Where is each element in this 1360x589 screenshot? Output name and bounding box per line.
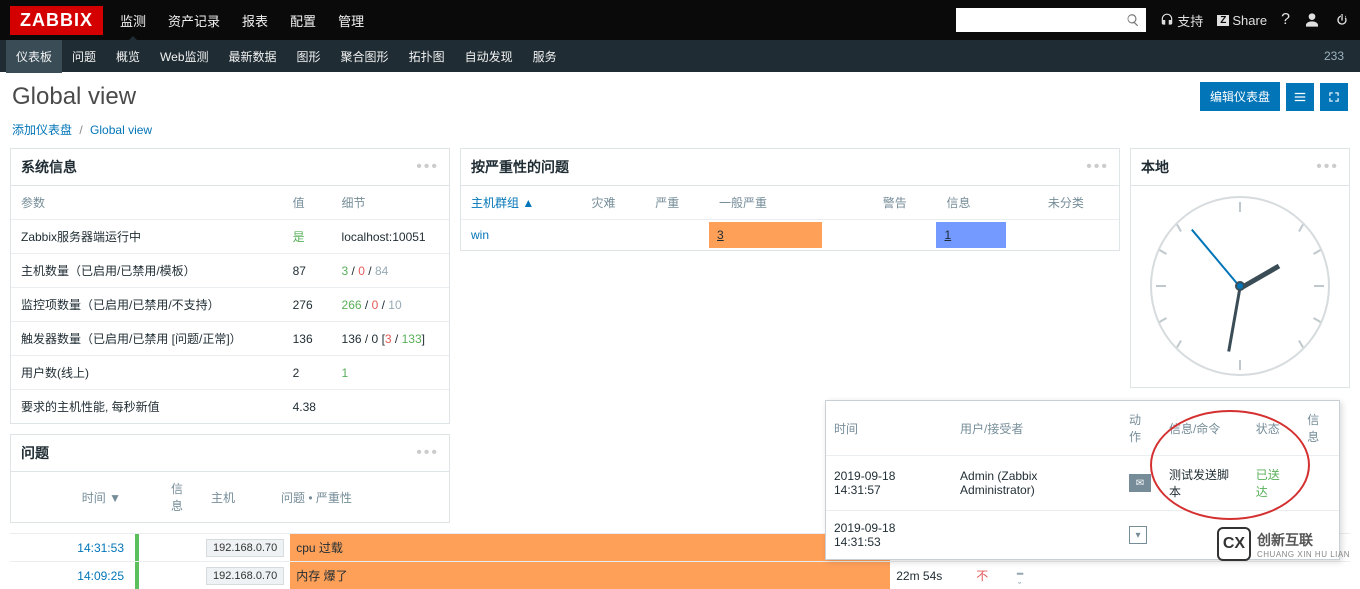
severity-title: 按严重性的问题 [471,157,1086,177]
problem-cell[interactable]: cpu 过载 [290,534,890,562]
expand-icon [1327,90,1341,104]
clock-widget: 本地••• [1130,148,1350,388]
submenu-maps[interactable]: 拓扑图 [399,40,455,73]
widget-menu-icon[interactable]: ••• [1086,158,1109,176]
ack-link[interactable]: 不 [970,562,1010,589]
sysinfo-title: 系统信息 [21,157,416,177]
system-info-widget: 系统信息••• 参数 值 细节 Zabbix服务器端运行中是localhost:… [10,148,450,424]
second-hand [1191,229,1241,288]
sysinfo-row: 监控项数量（已启用/已禁用/不支持）276266 / 0 / 10 [11,288,449,322]
breadcrumb-current[interactable]: Global view [90,123,152,137]
severity-info-cell[interactable]: 1 [936,222,1006,248]
clock-title: 本地 [1141,157,1316,177]
submenu-counter: 233 [1324,49,1344,63]
z-icon: Z [1217,15,1229,26]
sysinfo-row: 触发器数量（已启用/已禁用 [问题/正常]）136136 / 0 [3 / 13… [11,322,449,356]
topmenu-reports[interactable]: 报表 [240,1,270,40]
breadcrumb-add[interactable]: 添加仪表盘 [12,123,72,137]
sysinfo-row: 主机数量（已启用/已禁用/模板）873 / 0 / 84 [11,254,449,288]
fullscreen-button[interactable] [1320,83,1348,111]
widget-menu-icon[interactable]: ••• [416,158,439,176]
page-title: Global view [12,83,1200,111]
user-icon[interactable] [1304,12,1320,28]
sub-menu: 仪表板 问题 概览 Web监测 最新数据 图形 聚合图形 拓扑图 自动发现 服务… [0,40,1360,72]
topmenu-inventory[interactable]: 资产记录 [166,1,222,40]
sysinfo-row: 用户数(线上)21 [11,356,449,390]
submenu-latest[interactable]: 最新数据 [219,40,287,73]
sysinfo-row: Zabbix服务器端运行中是localhost:10051 [11,220,449,254]
host-badge[interactable]: 192.168.0.70 [206,567,284,585]
tooltip-row: 2019-09-18 14:31:57Admin (Zabbix Adminis… [826,456,1339,511]
page-header: Global view 编辑仪表盘 [0,72,1360,117]
search-icon [1126,13,1140,27]
severity-widget: 按严重性的问题••• 主机群组 ▲ 灾难 严重 一般严重 警告 信息 未分类 w… [460,148,1120,251]
sysinfo-table: 参数 值 细节 Zabbix服务器端运行中是localhost:10051主机数… [11,186,449,423]
severity-table: 主机群组 ▲ 灾难 严重 一般严重 警告 信息 未分类 win 3 1 [461,186,1119,250]
list-icon [1293,90,1307,104]
share-link[interactable]: ZShare [1217,13,1267,28]
topmenu-admin[interactable]: 管理 [336,1,366,40]
mail-icon: ✉ [1129,474,1151,492]
submenu-discovery[interactable]: 自动发现 [455,40,523,73]
problem-row: 14:09:25 192.168.0.70 内存 爆了 22m 54s 不 [10,562,1350,589]
list-button[interactable] [1286,83,1314,111]
power-icon[interactable] [1334,12,1350,28]
problem-time[interactable]: 14:31:53 [10,534,130,562]
analog-clock [1150,196,1330,376]
submenu-problems[interactable]: 问题 [62,40,106,73]
problem-cell[interactable]: 内存 爆了 [290,562,890,589]
support-link[interactable]: 支持 [1160,11,1203,30]
problems-table: 时间 ▼ 信息 主机 问题 • 严重性 [11,472,449,522]
edit-dashboard-button[interactable]: 编辑仪表盘 [1200,82,1280,111]
topmenu-config[interactable]: 配置 [288,1,318,40]
submenu-graphs[interactable]: 图形 [287,40,331,73]
hour-hand [1239,264,1280,291]
top-menu: 监测 资产记录 报表 配置 管理 [118,1,956,40]
logo[interactable]: ZABBIX [10,6,103,35]
submenu-dashboard[interactable]: 仪表板 [6,40,62,73]
watermark-brand: CX 创新互联 CHUANG XIN HU LIAN [1217,527,1350,561]
host-badge[interactable]: 192.168.0.70 [206,539,284,557]
severity-average-cell[interactable]: 3 [709,222,822,248]
help-icon[interactable]: ? [1281,11,1290,29]
submenu-web[interactable]: Web监测 [150,40,218,73]
headset-icon [1160,13,1174,27]
brand-logo-icon: CX [1217,527,1251,561]
breadcrumb: 添加仪表盘 / Global view [0,117,1360,148]
submenu-overview[interactable]: 概览 [106,40,150,73]
topmenu-monitor[interactable]: 监测 [118,1,148,40]
problems-title: 问题 [21,443,416,463]
search-input[interactable] [962,13,1126,27]
calendar-icon: ▾ [1129,526,1147,544]
search-box[interactable] [956,8,1146,32]
problems-widget: 问题••• 时间 ▼ 信息 主机 问题 • 严重性 [10,434,450,523]
problem-time[interactable]: 14:09:25 [10,562,130,589]
minute-hand [1227,287,1241,352]
top-bar: ZABBIX 监测 资产记录 报表 配置 管理 支持 ZShare ? [0,0,1360,40]
widget-menu-icon[interactable]: ••• [1316,158,1339,176]
submenu-screens[interactable]: 聚合图形 [331,40,399,73]
sysinfo-row: 要求的主机性能, 每秒新值4.38 [11,390,449,424]
submenu-services[interactable]: 服务 [523,40,567,73]
severity-row: win 3 1 [461,220,1119,251]
widget-menu-icon[interactable]: ••• [416,444,439,462]
action-icon[interactable] [1016,569,1023,585]
